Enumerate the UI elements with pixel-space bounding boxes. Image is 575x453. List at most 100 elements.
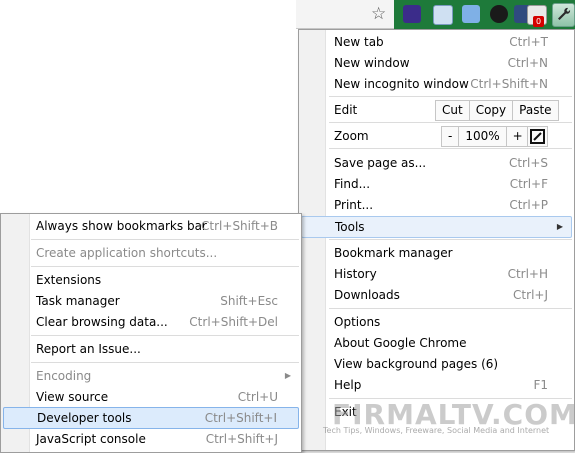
menu-item-encoding: Encoding ▶ — [3, 366, 299, 386]
menu-item-shortcut: Ctrl+S — [508, 156, 548, 170]
menu-item-label: Create application shortcuts... — [36, 246, 218, 260]
menu-item-shortcut: Ctrl+H — [507, 267, 548, 281]
menu-item-shortcut: Ctrl+P — [509, 198, 548, 212]
copy-button[interactable]: Copy — [470, 101, 514, 120]
fullscreen-button[interactable] — [527, 126, 548, 147]
menu-item-shortcut: Ctrl+Shift+I — [204, 411, 277, 425]
menu-item-label: Encoding — [36, 369, 92, 383]
zoom-in-button[interactable]: + — [507, 127, 529, 146]
menu-item-label: Report an Issue... — [36, 342, 141, 356]
menu-separator — [329, 308, 572, 309]
zoom-button-group: - 100% + — [441, 126, 530, 147]
menu-separator — [31, 362, 299, 363]
menu-item-view-source[interactable]: View source Ctrl+U — [3, 387, 299, 407]
submenu-arrow-icon: ▶ — [556, 222, 563, 231]
menu-item-label: Clear browsing data... — [36, 315, 168, 329]
wrench-menu-button[interactable] — [552, 3, 575, 27]
menu-separator — [31, 239, 299, 240]
menu-item-clear-browsing-data[interactable]: Clear browsing data... Ctrl+Shift+Del — [3, 312, 299, 332]
fullscreen-icon — [530, 129, 545, 144]
menu-item-edit: Edit Cut Copy Paste — [301, 100, 572, 121]
menu-item-about[interactable]: About Google Chrome — [301, 333, 572, 353]
menu-item-label: JavaScript console — [36, 432, 146, 446]
extension-icon-4[interactable] — [490, 5, 508, 23]
cut-button[interactable]: Cut — [436, 101, 470, 120]
menu-separator — [329, 239, 572, 240]
menu-item-shortcut: Ctrl+Shift+J — [205, 432, 278, 446]
menu-item-label: New tab — [334, 35, 384, 49]
menu-item-label: Help — [334, 378, 362, 392]
menu-item-label: About Google Chrome — [334, 336, 467, 350]
menu-item-label: Find... — [334, 177, 371, 191]
extension-icon-2[interactable] — [433, 5, 453, 25]
watermark-subtitle: Tech Tips, Windows, Freeware, Social Med… — [323, 426, 550, 435]
menu-item-label: History — [334, 267, 377, 281]
menu-item-background-pages[interactable]: View background pages (6) — [301, 354, 572, 374]
extension-icon-1[interactable] — [403, 5, 421, 23]
menu-item-shortcut: Ctrl+F — [509, 177, 548, 191]
menu-separator — [31, 335, 299, 336]
menu-item-task-manager[interactable]: Task manager Shift+Esc — [3, 291, 299, 311]
zoom-out-button[interactable]: - — [442, 127, 460, 146]
menu-item-help[interactable]: Help F1 — [301, 375, 572, 395]
menu-item-shortcut: Ctrl+Shift+Del — [189, 315, 278, 329]
menu-item-label: Edit — [334, 103, 358, 117]
wrench-icon — [558, 7, 571, 21]
menu-item-extensions[interactable]: Extensions — [3, 270, 299, 290]
menu-item-label: Tools — [335, 220, 365, 234]
menu-item-shortcut: Ctrl+Shift+B — [201, 219, 278, 233]
menu-item-shortcut: Ctrl+U — [237, 390, 278, 404]
menu-item-label: New incognito window — [334, 77, 469, 91]
menu-item-label: View source — [36, 390, 109, 404]
extension-icon-3[interactable] — [462, 5, 480, 23]
menu-separator — [329, 122, 572, 123]
menu-item-shortcut: Ctrl+N — [507, 56, 548, 70]
menu-item-javascript-console[interactable]: JavaScript console Ctrl+Shift+J — [3, 429, 299, 449]
menu-item-label: Print... — [334, 198, 374, 212]
menu-item-label: New window — [334, 56, 410, 70]
menu-item-find[interactable]: Find... Ctrl+F — [301, 174, 572, 194]
menu-item-save-page[interactable]: Save page as... Ctrl+S — [301, 153, 572, 173]
menu-item-label: Options — [334, 315, 381, 329]
menu-item-label: Zoom — [334, 129, 369, 143]
menu-item-new-tab[interactable]: New tab Ctrl+T — [301, 32, 572, 52]
menu-separator — [329, 96, 572, 97]
menu-item-new-incognito[interactable]: New incognito window Ctrl+Shift+N — [301, 74, 572, 94]
menu-item-shortcut: Ctrl+Shift+N — [470, 77, 548, 91]
notification-badge: 0 — [533, 16, 544, 27]
menu-item-label: View background pages (6) — [334, 357, 499, 371]
menu-item-label: Developer tools — [37, 411, 132, 425]
submenu-arrow-icon: ▶ — [284, 371, 291, 380]
menu-item-report-issue[interactable]: Report an Issue... — [3, 339, 299, 359]
menu-item-label: Extensions — [36, 273, 102, 287]
star-icon[interactable]: ☆ — [371, 4, 386, 24]
menu-item-options[interactable]: Options — [301, 312, 572, 332]
menu-item-label: Save page as... — [334, 156, 427, 170]
menu-item-app-shortcuts: Create application shortcuts... — [3, 243, 299, 263]
menu-item-shortcut: F1 — [533, 378, 548, 392]
menu-item-shortcut: Ctrl+J — [513, 288, 548, 302]
menu-separator — [31, 266, 299, 267]
menu-item-label: Task manager — [36, 294, 120, 308]
paste-button[interactable]: Paste — [513, 101, 557, 120]
menu-separator — [329, 148, 572, 149]
menu-item-print[interactable]: Print... Ctrl+P — [301, 195, 572, 215]
wrench-menu: New tab Ctrl+T New window Ctrl+N New inc… — [298, 29, 575, 451]
menu-item-shortcut: Shift+Esc — [220, 294, 278, 308]
edit-button-group: Cut Copy Paste — [435, 100, 559, 121]
menu-item-new-window[interactable]: New window Ctrl+N — [301, 53, 572, 73]
tools-submenu: Always show bookmarks bar Ctrl+Shift+B C… — [0, 213, 302, 453]
menu-item-shortcut: Ctrl+T — [509, 35, 548, 49]
address-bar-end[interactable]: ☆ — [296, 0, 394, 29]
menu-item-label: Downloads — [334, 288, 400, 302]
menu-item-developer-tools[interactable]: Developer tools Ctrl+Shift+I — [3, 407, 299, 429]
zoom-level: 100% — [459, 127, 507, 146]
menu-item-label: Bookmark manager — [334, 246, 453, 260]
menu-item-history[interactable]: History Ctrl+H — [301, 264, 572, 284]
menu-item-bookmarks-bar[interactable]: Always show bookmarks bar Ctrl+Shift+B — [3, 216, 299, 236]
menu-item-label: Always show bookmarks bar — [36, 219, 207, 233]
menu-item-bookmark-manager[interactable]: Bookmark manager — [301, 243, 572, 263]
menu-item-tools[interactable]: Tools ▶ — [301, 216, 572, 238]
menu-item-downloads[interactable]: Downloads Ctrl+J — [301, 285, 572, 305]
menu-item-zoom: Zoom - 100% + — [301, 126, 572, 147]
